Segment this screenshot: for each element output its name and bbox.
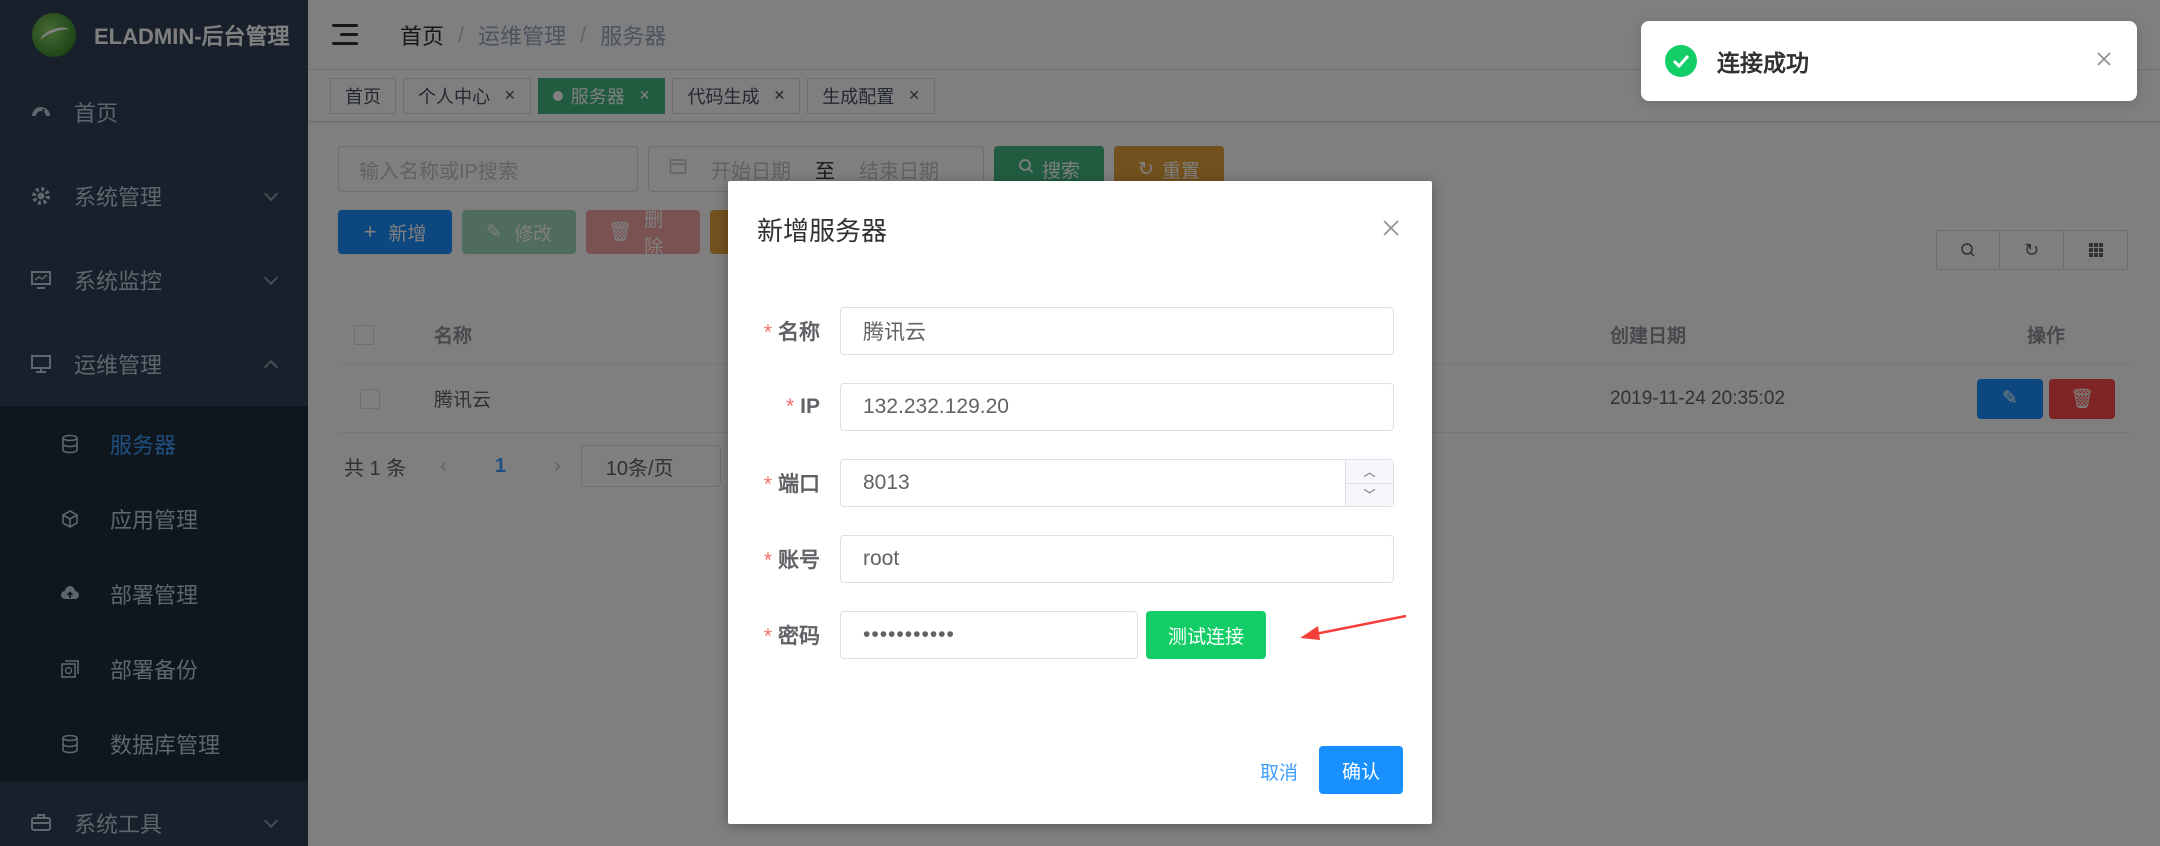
close-icon[interactable] — [1382, 213, 1400, 244]
password-field[interactable]: ••••••••••• — [840, 611, 1138, 659]
label-text: 密码 — [778, 625, 820, 648]
form-label: * 名称 — [763, 321, 820, 344]
stepper-controls: ︿ ﹀ — [1345, 460, 1393, 506]
cancel-button[interactable]: 取消 — [1260, 747, 1298, 795]
test-connection-button[interactable]: 测试连接 — [1146, 611, 1266, 659]
add-server-dialog: 新增服务器 * 名称 腾讯云 * IP 132.232.129.20 * 端口 801… — [728, 181, 1432, 824]
check-circle-icon — [1665, 45, 1697, 77]
toast-title: 连接成功 — [1717, 50, 1809, 76]
account-field[interactable]: root — [840, 535, 1394, 583]
confirm-button[interactable]: 确认 — [1319, 746, 1403, 794]
form-row-ip: * IP 132.232.129.20 — [728, 383, 1432, 431]
form-label: * 账号 — [763, 549, 820, 572]
form-label: * 密码 — [763, 625, 820, 648]
decrement-icon[interactable]: ﹀ — [1346, 482, 1393, 507]
close-icon[interactable] — [2095, 47, 2113, 75]
label-text: 账号 — [778, 549, 820, 572]
label-text: IP — [800, 395, 820, 418]
dialog-title: 新增服务器 — [757, 216, 888, 246]
port-value: 8013 — [863, 471, 910, 494]
form-row-name: * 名称 腾讯云 — [728, 307, 1432, 355]
ip-field[interactable]: 132.232.129.20 — [840, 383, 1394, 431]
form-row-port: * 端口 8013 ︿ ﹀ — [728, 459, 1432, 507]
label-text: 名称 — [778, 321, 820, 344]
annotation-arrow-icon — [1300, 614, 1407, 640]
port-stepper[interactable]: 8013 ︿ ﹀ — [840, 459, 1394, 507]
success-toast: 连接成功 — [1641, 21, 2137, 101]
form-label: * 端口 — [763, 473, 820, 496]
label-text: 端口 — [778, 473, 820, 496]
increment-icon[interactable]: ︿ — [1346, 460, 1393, 483]
form-label: * IP — [785, 395, 820, 418]
name-field[interactable]: 腾讯云 — [840, 307, 1394, 355]
form-row-account: * 账号 root — [728, 535, 1432, 583]
